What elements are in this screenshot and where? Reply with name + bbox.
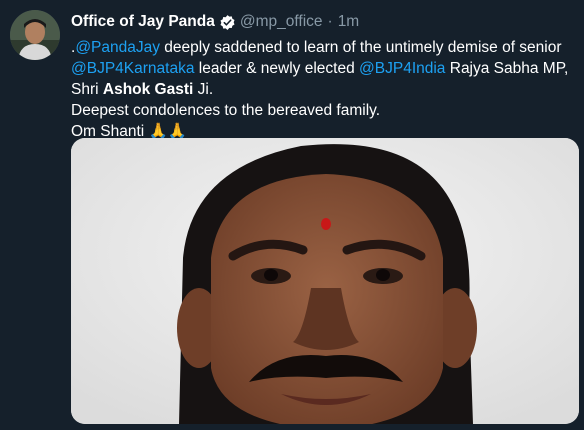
tweet-card[interactable]: Office of Jay Panda @mp_office · 1m .@Pa…	[0, 0, 584, 430]
mention-bjp4karnataka[interactable]: @BJP4Karnataka	[71, 60, 194, 77]
avatar-image	[10, 10, 60, 60]
text-segment: Rajya Sabha MP,	[445, 60, 569, 77]
avatar[interactable]	[10, 10, 60, 60]
tweet-text-line-4: Deepest condolences to the bereaved fami…	[71, 102, 381, 119]
separator-dot: ·	[327, 13, 333, 30]
text-segment: leader & newly elected	[194, 60, 360, 77]
tweet-text-line-1: .@PandaJay deeply saddened to learn of t…	[71, 37, 576, 58]
mention-pandajay[interactable]: @PandaJay	[75, 39, 160, 56]
text-segment: Ji.	[193, 81, 214, 98]
user-handle[interactable]: @mp_office	[240, 13, 323, 31]
tweet-text-line-2: @BJP4Karnataka leader & newly elected @B…	[71, 58, 576, 79]
mention-bjp4india[interactable]: @BJP4India	[359, 60, 445, 77]
tweet-text: .@PandaJay deeply saddened to learn of t…	[71, 37, 576, 142]
text-segment: Shri	[71, 81, 103, 98]
verified-badge-icon	[219, 14, 236, 31]
text-segment: deeply saddened to learn of the untimely…	[160, 39, 562, 56]
tweet-text-line-3: Shri Ashok Gasti Ji.	[71, 79, 576, 100]
portrait-photo	[71, 138, 579, 424]
display-name[interactable]: Office of Jay Panda	[71, 13, 215, 31]
tweet-timestamp[interactable]: 1m	[338, 13, 360, 31]
tweet-header: Office of Jay Panda @mp_office · 1m	[71, 11, 359, 33]
bold-name: Ashok Gasti	[102, 81, 194, 98]
tweet-media-photo[interactable]	[71, 138, 579, 424]
